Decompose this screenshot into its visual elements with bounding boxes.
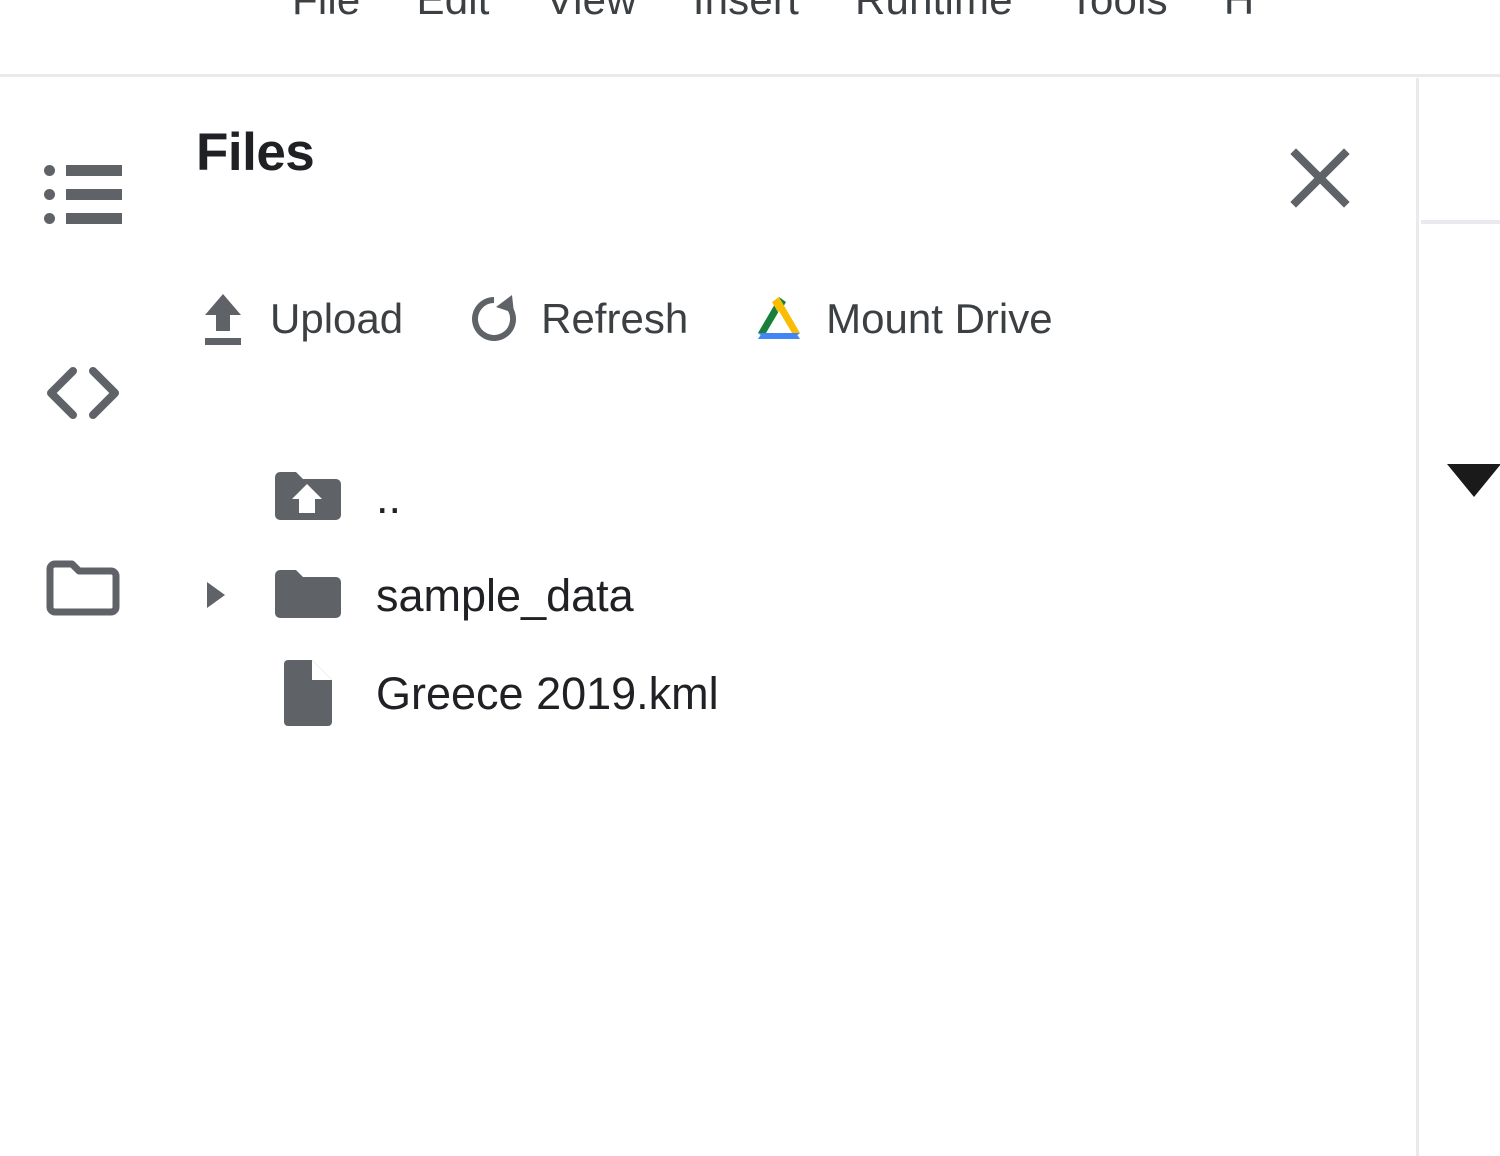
tree-row-label: sample_data [376,569,634,621]
tree-row-sample-data[interactable]: sample_data [168,546,1418,644]
mount-drive-button-label: Mount Drive [826,295,1053,342]
refresh-button-label: Refresh [541,295,689,342]
file-tree: .. sample_data Greece 2019.kml [168,448,1418,742]
menu-item-file[interactable]: File [292,0,360,21]
refresh-button[interactable]: Refresh [465,290,688,348]
google-drive-icon [750,290,808,348]
right-side-strip [1418,78,1500,1156]
folder-icon [270,557,346,633]
page-title: Files [196,123,315,182]
tree-expander-placeholder [186,467,246,527]
file-icon [270,655,346,731]
tree-row-parent[interactable]: .. [168,448,1418,546]
upload-icon [194,290,252,348]
menu-item-tools[interactable]: Tools [1069,0,1168,21]
caret-down-icon[interactable] [1447,464,1500,497]
code-snippets-icon[interactable] [38,348,128,438]
tree-expander-placeholder [186,663,246,723]
files-icon[interactable] [38,542,128,632]
close-button[interactable] [1282,140,1358,216]
right-horizontal-divider [1421,220,1500,224]
table-of-contents-icon[interactable] [38,150,128,240]
menu-item-view[interactable]: View [546,0,637,21]
upload-button[interactable]: Upload [194,290,403,348]
tree-row-label: .. [376,471,402,523]
tree-row-greece-kml[interactable]: Greece 2019.kml [168,644,1418,742]
menu-item-runtime[interactable]: Runtime [855,0,1013,21]
menu-bar-divider [0,74,1500,77]
list-icon [44,165,122,225]
menu-item-insert[interactable]: Insert [693,0,799,21]
left-icon-rail [0,78,168,1156]
files-panel: Files Upload Refresh Mount Drive .. samp… [168,78,1418,1156]
code-brackets-icon [47,367,119,419]
close-icon [1290,148,1350,208]
tree-row-label: Greece 2019.kml [376,667,719,719]
folder-outline-icon [46,560,120,616]
tree-expander-toggle[interactable] [186,565,246,625]
menu-item-help[interactable]: H [1224,0,1255,21]
chevron-right-icon [207,582,225,608]
files-panel-header: Files [168,78,1418,238]
mount-drive-button[interactable]: Mount Drive [750,290,1053,348]
menu-bar: File Edit View Insert Runtime Tools H [0,0,1500,34]
refresh-icon [465,290,523,348]
files-toolbar: Upload Refresh Mount Drive [168,274,1115,364]
parent-folder-icon [270,459,346,535]
menu-item-edit[interactable]: Edit [416,0,489,21]
upload-button-label: Upload [270,295,404,342]
